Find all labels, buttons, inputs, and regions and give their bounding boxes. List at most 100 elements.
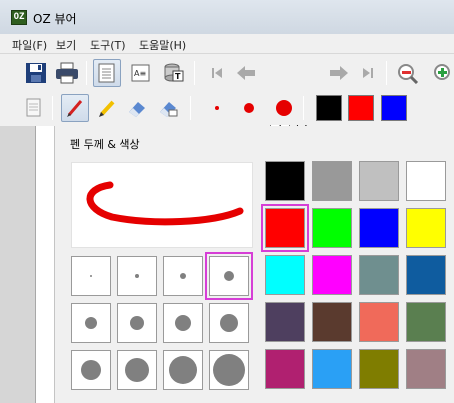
window-title: OZ 뷰어 bbox=[33, 12, 77, 26]
color-swatch[interactable] bbox=[406, 349, 446, 389]
thickness-option[interactable] bbox=[117, 303, 157, 343]
color-swatch[interactable] bbox=[265, 349, 305, 389]
left-sidebar bbox=[0, 126, 35, 403]
pen-page-button[interactable] bbox=[20, 94, 48, 122]
thickness-dot bbox=[85, 317, 97, 329]
eraser-icon bbox=[129, 102, 145, 117]
menu-help[interactable]: 도움말(H) bbox=[139, 37, 186, 53]
thickness-option[interactable] bbox=[71, 303, 111, 343]
oz-viewer-window: OZ OZ 뷰어 파일(F) 보기 도구(T) 도움말(H) A≡ T 펜 두께… bbox=[0, 0, 454, 403]
eraser-button[interactable] bbox=[123, 94, 151, 122]
first-page-button[interactable] bbox=[203, 59, 231, 87]
color-swatch[interactable] bbox=[312, 349, 352, 389]
thickness-dot bbox=[175, 315, 191, 331]
floppy-disk-icon bbox=[26, 63, 46, 83]
last-page-icon bbox=[363, 68, 373, 78]
thickness-dot bbox=[125, 358, 149, 382]
color-swatch[interactable] bbox=[265, 302, 305, 342]
menu-file[interactable]: 파일(F) bbox=[12, 37, 47, 53]
zoom-in-icon bbox=[434, 64, 450, 80]
color-swatch[interactable] bbox=[312, 161, 352, 201]
pen-color-blue-button[interactable] bbox=[381, 95, 407, 121]
pen-tool-button[interactable] bbox=[61, 94, 89, 122]
color-swatch[interactable] bbox=[359, 302, 399, 342]
thickness-dot bbox=[169, 356, 197, 384]
print-button[interactable] bbox=[53, 59, 81, 87]
thickness-dot bbox=[81, 360, 101, 380]
color-swatch[interactable] bbox=[406, 255, 446, 295]
color-swatch[interactable] bbox=[261, 204, 309, 252]
pen-thickness-color-panel: 펜 두께 & 색상 bbox=[54, 126, 454, 403]
thickness-dot bbox=[130, 316, 144, 330]
color-swatch[interactable] bbox=[265, 255, 305, 295]
database-export-icon: T bbox=[164, 63, 184, 82]
zoom-out-icon bbox=[398, 64, 419, 84]
menu-tools[interactable]: 도구(T) bbox=[90, 37, 126, 53]
prev-page-button[interactable] bbox=[232, 59, 260, 87]
color-swatch[interactable] bbox=[406, 302, 446, 342]
pen-icon bbox=[67, 100, 83, 117]
svg-text:A≡: A≡ bbox=[134, 69, 146, 78]
svg-text:T: T bbox=[175, 72, 181, 81]
zoom-out-button[interactable] bbox=[394, 59, 422, 87]
medium-pen-size-button[interactable] bbox=[244, 103, 254, 113]
color-swatch[interactable] bbox=[312, 208, 352, 248]
menu-view[interactable]: 보기 bbox=[56, 37, 76, 53]
page-view-button[interactable] bbox=[93, 59, 121, 87]
oz-app-icon: OZ bbox=[11, 10, 27, 25]
pen-color-red-button[interactable] bbox=[348, 95, 374, 121]
menu-bar: 파일(F) 보기 도구(T) 도움말(H) bbox=[0, 34, 454, 54]
color-swatch[interactable] bbox=[359, 161, 399, 201]
zoom-in-button[interactable] bbox=[428, 59, 454, 87]
color-swatch[interactable] bbox=[312, 302, 352, 342]
color-swatch[interactable] bbox=[359, 349, 399, 389]
arrow-right-icon bbox=[330, 66, 348, 80]
toolbar-separator bbox=[386, 61, 387, 85]
thickness-option[interactable] bbox=[163, 303, 203, 343]
thickness-option[interactable] bbox=[205, 252, 253, 300]
thickness-dot bbox=[224, 271, 234, 281]
thickness-option[interactable] bbox=[117, 350, 157, 390]
thickness-option[interactable] bbox=[209, 303, 249, 343]
page-margin bbox=[35, 126, 54, 403]
save-button[interactable] bbox=[22, 59, 50, 87]
thickness-option[interactable] bbox=[71, 350, 111, 390]
thickness-option[interactable] bbox=[117, 256, 157, 296]
next-page-button[interactable] bbox=[325, 59, 353, 87]
arrow-left-icon bbox=[237, 66, 255, 80]
toolbar-separator bbox=[190, 96, 191, 120]
thickness-dot bbox=[180, 273, 186, 279]
thickness-dot bbox=[90, 275, 92, 277]
export-button[interactable]: T bbox=[160, 59, 188, 87]
text-view-button[interactable]: A≡ bbox=[127, 59, 155, 87]
clear-all-button[interactable] bbox=[154, 94, 182, 122]
color-swatch[interactable] bbox=[265, 161, 305, 201]
highlighter-icon bbox=[99, 100, 115, 117]
pen-preview bbox=[71, 162, 253, 248]
highlighter-button[interactable] bbox=[93, 94, 121, 122]
last-page-button[interactable] bbox=[354, 59, 382, 87]
thickness-option[interactable] bbox=[163, 256, 203, 296]
pen-color-black-button[interactable] bbox=[316, 95, 342, 121]
thickness-option[interactable] bbox=[71, 256, 111, 296]
pen-toolbar bbox=[0, 91, 454, 125]
thickness-option[interactable] bbox=[209, 350, 249, 390]
panel-title: 펜 두께 & 색상 bbox=[70, 138, 140, 151]
thickness-dot bbox=[135, 274, 139, 278]
color-swatch[interactable] bbox=[359, 208, 399, 248]
thin-pen-size-button[interactable] bbox=[215, 106, 219, 110]
color-swatch[interactable] bbox=[312, 255, 352, 295]
title-bar[interactable]: OZ OZ 뷰어 bbox=[0, 0, 454, 34]
pen-preview-stroke bbox=[86, 181, 244, 226]
thickness-option[interactable] bbox=[163, 350, 203, 390]
thickness-dot bbox=[213, 354, 245, 386]
color-swatch[interactable] bbox=[406, 208, 446, 248]
toolbar-separator bbox=[194, 61, 195, 85]
thickness-dot bbox=[220, 314, 238, 332]
color-swatch[interactable] bbox=[406, 161, 446, 201]
page-icon bbox=[98, 63, 115, 83]
toolbar-separator bbox=[303, 96, 304, 120]
color-swatch[interactable] bbox=[359, 255, 399, 295]
text-page-icon: A≡ bbox=[131, 64, 150, 82]
thick-pen-size-button[interactable] bbox=[276, 100, 292, 116]
